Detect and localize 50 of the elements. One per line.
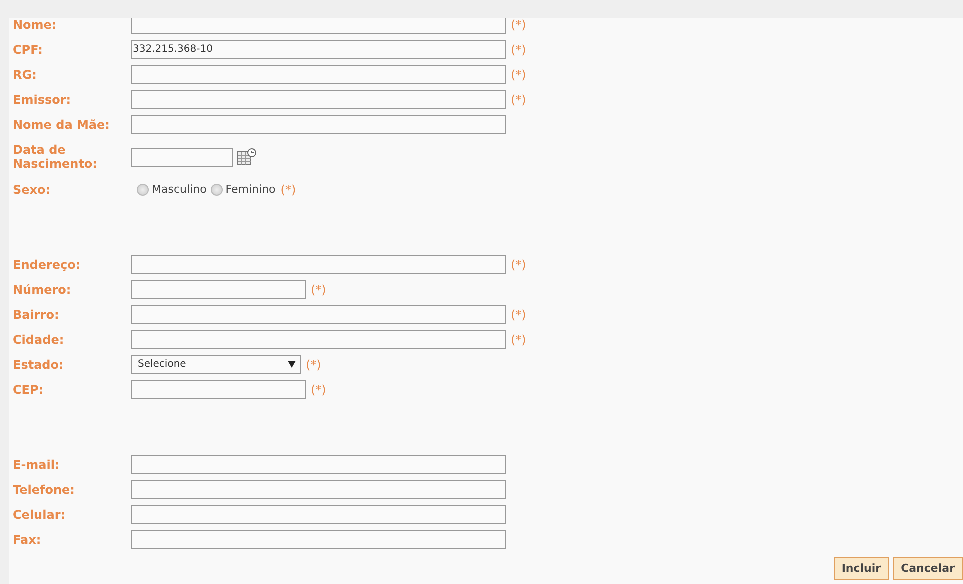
state-dropdown[interactable]: Selecione <box>131 355 301 374</box>
field-label: Cidade: <box>13 332 66 346</box>
required-mark: (*) <box>511 308 526 322</box>
required-mark: (*) <box>511 68 526 82</box>
form-button[interactable]: Incluir <box>834 557 890 580</box>
required-mark: (*) <box>511 42 526 56</box>
calendar-icon[interactable] <box>237 148 257 166</box>
field-label: Endereço: <box>13 258 82 272</box>
field-label: Número: <box>13 282 72 296</box>
radio-option[interactable]: Masculino <box>137 183 207 196</box>
field-label: Celular: <box>13 508 67 522</box>
text-field[interactable] <box>131 305 506 324</box>
field-label: Telefone: <box>13 482 76 496</box>
text-field[interactable]: 332.215.368-10 <box>131 40 506 59</box>
text-field[interactable] <box>131 255 506 274</box>
required-mark: (*) <box>511 332 526 346</box>
text-field[interactable] <box>131 330 506 349</box>
required-mark: (*) <box>280 182 296 196</box>
text-field[interactable] <box>131 90 506 109</box>
required-mark: (*) <box>311 282 326 296</box>
field-label: Estado: <box>13 358 65 372</box>
caret-icon <box>288 361 296 368</box>
text-field[interactable] <box>131 280 306 299</box>
text-field[interactable] <box>131 505 506 524</box>
radio-option[interactable]: Feminino <box>210 183 276 196</box>
required-mark: (*) <box>511 258 526 272</box>
field-label: Data de Nascimento: <box>13 143 98 171</box>
text-field[interactable] <box>131 480 506 499</box>
required-mark: (*) <box>306 358 322 372</box>
text-field[interactable] <box>131 115 506 134</box>
field-label: Nome: <box>13 18 58 32</box>
field-label: E-mail: <box>13 458 61 472</box>
text-field[interactable] <box>131 65 506 84</box>
field-label: Sexo: <box>13 182 52 196</box>
field-label: Fax: <box>13 532 42 546</box>
text-field[interactable] <box>131 530 506 549</box>
field-label: Nome da Mãe: <box>13 118 111 132</box>
field-label: Bairro: <box>13 308 60 322</box>
text-field[interactable] <box>131 455 506 474</box>
text-field[interactable] <box>131 380 306 399</box>
field-label: CEP: <box>13 382 45 396</box>
field-label: Emissor: <box>13 92 72 106</box>
required-mark: (*) <box>311 382 326 396</box>
field-label: CPF: <box>13 42 44 56</box>
required-mark: (*) <box>511 92 526 106</box>
text-field[interactable] <box>131 18 506 34</box>
text-field[interactable] <box>131 148 233 166</box>
form-button[interactable]: Cancelar <box>893 557 963 580</box>
required-mark: (*) <box>511 18 526 32</box>
field-label: RG: <box>13 68 38 82</box>
